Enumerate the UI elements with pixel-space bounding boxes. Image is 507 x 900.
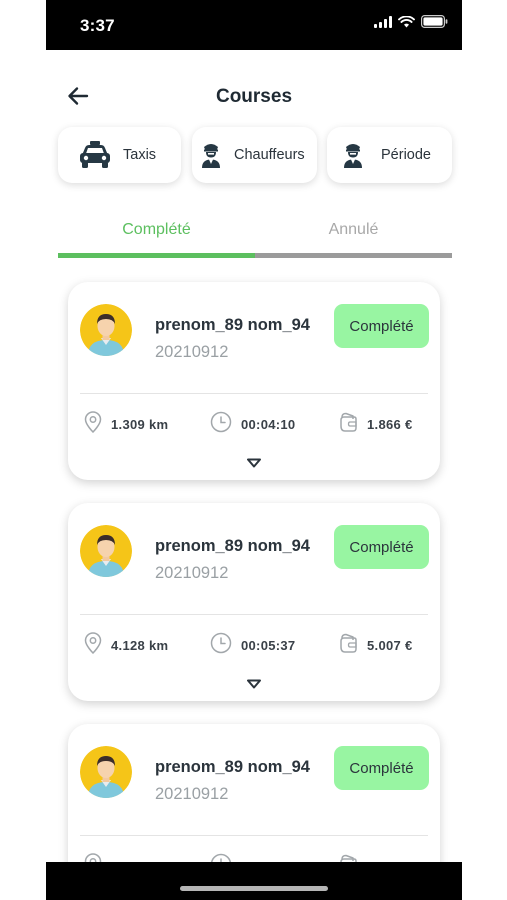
price-value: 1.866 € bbox=[367, 416, 413, 432]
location-pin-icon bbox=[84, 631, 102, 659]
card-divider bbox=[80, 835, 428, 836]
status-badge: Complété bbox=[334, 746, 429, 790]
caret-down-icon bbox=[247, 455, 261, 473]
filter-chauffeurs-button[interactable]: Chauffeurs bbox=[192, 127, 317, 183]
driver-icon bbox=[340, 141, 366, 169]
tab-annule-indicator bbox=[255, 253, 452, 258]
driver-name: prenom_89 nom_94 bbox=[155, 537, 310, 555]
taxi-icon bbox=[78, 140, 112, 170]
filter-bar: Taxis Chauffeurs Période bbox=[58, 127, 452, 183]
tab-annule-label: Annulé bbox=[328, 221, 379, 238]
duration-stat: 00:04:10 bbox=[210, 411, 296, 438]
distance-stat: 1.309 km bbox=[84, 410, 169, 438]
distance-stat: 4.128 km bbox=[84, 631, 169, 659]
duration-value: 00:05:37 bbox=[241, 637, 296, 653]
ride-date: 20210912 bbox=[155, 785, 229, 803]
tab-annule[interactable]: Annulé bbox=[255, 210, 452, 258]
filter-taxis-button[interactable]: Taxis bbox=[58, 127, 181, 183]
driver-icon bbox=[198, 141, 224, 169]
wallet-icon bbox=[338, 632, 358, 659]
ride-card[interactable]: prenom_89 nom_94 20210912 Complété 4.128… bbox=[68, 503, 440, 701]
tab-complete-label: Complété bbox=[122, 221, 191, 238]
status-bar: 3:37 bbox=[46, 0, 462, 50]
price-value: 5.007 € bbox=[367, 637, 413, 653]
distance-value: 4.128 km bbox=[111, 637, 169, 653]
status-time: 3:37 bbox=[80, 16, 115, 35]
duration-stat: 00:05:37 bbox=[210, 632, 296, 659]
ride-date: 20210912 bbox=[155, 564, 229, 582]
expand-button[interactable] bbox=[246, 679, 262, 691]
status-badge: Complété bbox=[334, 525, 429, 569]
wallet-icon bbox=[338, 411, 358, 438]
driver-name: prenom_89 nom_94 bbox=[155, 316, 310, 334]
avatar bbox=[80, 746, 132, 798]
avatar bbox=[80, 304, 132, 356]
ride-date: 20210912 bbox=[155, 343, 229, 361]
card-divider bbox=[80, 614, 428, 615]
price-stat: 5.007 € bbox=[338, 633, 412, 657]
header: Courses bbox=[46, 78, 462, 118]
page-title: Courses bbox=[215, 86, 293, 107]
clock-icon bbox=[210, 632, 232, 659]
caret-down-icon bbox=[247, 676, 261, 694]
status-icons bbox=[374, 15, 448, 33]
clock-icon bbox=[210, 411, 232, 438]
tab-complete[interactable]: Complété bbox=[58, 210, 255, 258]
signal-icon bbox=[374, 15, 392, 33]
filter-taxis-label: Taxis bbox=[123, 147, 157, 163]
status-tabs: Complété Annulé bbox=[58, 210, 452, 258]
filter-periode-button[interactable]: Période bbox=[327, 127, 452, 183]
filter-chauffeurs-label: Chauffeurs bbox=[234, 147, 305, 163]
tab-complete-indicator bbox=[58, 253, 255, 258]
distance-value: 1.309 km bbox=[111, 416, 169, 432]
duration-value: 00:04:10 bbox=[241, 416, 296, 432]
home-indicator[interactable] bbox=[180, 886, 328, 891]
filter-periode-label: Période bbox=[381, 147, 431, 163]
price-stat: 1.866 € bbox=[338, 412, 412, 436]
location-pin-icon bbox=[84, 410, 102, 438]
card-divider bbox=[80, 393, 428, 394]
expand-button[interactable] bbox=[246, 458, 262, 470]
ride-card[interactable]: prenom_89 nom_94 20210912 Complété 1.309… bbox=[68, 282, 440, 480]
driver-name: prenom_89 nom_94 bbox=[155, 758, 310, 776]
status-badge: Complété bbox=[334, 304, 429, 348]
home-bar bbox=[46, 862, 462, 900]
avatar bbox=[80, 525, 132, 577]
phone-screen: 3:37 Courses Taxis Chauffeurs Période Co… bbox=[46, 0, 462, 900]
battery-icon bbox=[421, 15, 448, 33]
wifi-icon bbox=[398, 15, 415, 33]
